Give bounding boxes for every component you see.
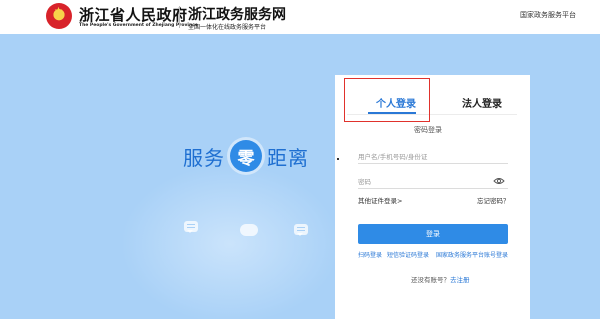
password-login-mode: 密码登录: [414, 126, 442, 134]
slogan-zero-badge: 零: [230, 140, 262, 172]
brand-title[interactable]: 浙江省人民政府: [79, 4, 188, 25]
service-subtitle: 全国一体化在线政务服务平台: [188, 24, 267, 31]
message-bubble-icon: [294, 224, 308, 236]
cloud-bubble-icon: [240, 224, 258, 236]
decorative-dot: [337, 158, 339, 160]
header-divider: [179, 6, 180, 28]
chat-bubble-icon: [184, 221, 198, 233]
register-prompt: 还没有账号？: [411, 276, 450, 284]
national-account-login-link[interactable]: 国家政务服务平台账号登录: [436, 250, 508, 259]
service-title[interactable]: 浙江政务服务网: [188, 4, 286, 24]
active-tab-indicator: [368, 112, 416, 114]
national-emblem-icon: ★: [46, 3, 72, 29]
site-header: ★ 浙江省人民政府 The People's Government of Zhe…: [0, 0, 600, 34]
password-input[interactable]: [358, 175, 508, 189]
tab-personal-login[interactable]: 个人登录: [376, 95, 416, 110]
slogan-left: 服务: [183, 145, 225, 170]
slogan: 服务 零 距离: [183, 139, 309, 173]
brand-subtitle: The People's Government of Zhejiang Prov…: [79, 23, 198, 28]
tab-legal-login[interactable]: 法人登录: [462, 95, 502, 110]
eye-icon[interactable]: [493, 176, 505, 186]
register-link[interactable]: 去注册: [450, 274, 470, 284]
sms-login-link[interactable]: 短信验证码登录: [387, 250, 429, 259]
login-button[interactable]: 登录: [358, 224, 508, 244]
username-input[interactable]: [358, 150, 508, 164]
qr-login-link[interactable]: 扫码登录: [358, 250, 382, 259]
forgot-password-link[interactable]: 忘记密码？: [477, 195, 510, 205]
slogan-right: 距离: [267, 145, 309, 170]
other-cert-login-link[interactable]: 其他证件登录>: [358, 195, 402, 205]
national-platform-link[interactable]: 国家政务服务平台: [520, 10, 576, 20]
